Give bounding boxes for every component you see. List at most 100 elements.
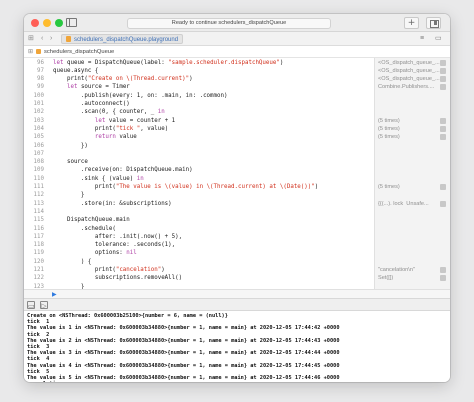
code-text[interactable]: source	[53, 158, 88, 166]
code-line[interactable]: 118 tolerance: .seconds(1),	[24, 241, 450, 249]
code-line[interactable]: 112 }	[24, 191, 450, 199]
code-text[interactable]: subscriptions.removeAll()	[53, 274, 182, 282]
code-text[interactable]: .store(in: &subscriptions)	[53, 200, 172, 208]
quick-look-icon[interactable]	[440, 67, 446, 74]
keyword-token: let	[66, 84, 81, 91]
code-text[interactable]: tolerance: .seconds(1),	[53, 241, 175, 249]
back-chevron-icon[interactable]: ‹	[41, 34, 43, 43]
code-line[interactable]: 111 print("The value is \(value) in \(Th…	[24, 183, 450, 191]
code-text[interactable]: DispatchQueue.main	[53, 216, 130, 224]
breadcrumb-label[interactable]: schedulers_dispatchQueue	[44, 49, 114, 55]
code-text[interactable]: print("tick ", value)	[53, 125, 168, 133]
code-text[interactable]: let queue = DispatchQueue(label: "sample…	[53, 59, 283, 67]
line-number: 110	[33, 175, 44, 182]
code-text[interactable]: .schedule(	[53, 225, 116, 233]
quick-look-icon[interactable]	[440, 267, 446, 273]
inspector-toggle-icon[interactable]	[426, 17, 441, 29]
code-line[interactable]: 121 print("cancelation") "cancelation\n"	[24, 266, 450, 274]
code-text[interactable]: let value = counter + 1	[53, 117, 175, 125]
code-line[interactable]: 106 })	[24, 142, 450, 150]
code-line[interactable]: 108 source	[24, 158, 450, 166]
code-line[interactable]: 117 after: .init(.now() + 5),	[24, 233, 450, 241]
code-line[interactable]: 119 options: nil	[24, 249, 450, 257]
code-line[interactable]: 100 .publish(every: 1, on: .main, in: .c…	[24, 92, 450, 100]
code-line[interactable]: 122 subscriptions.removeAll() Set([])	[24, 274, 450, 282]
code-text[interactable]: print("cancelation")	[53, 266, 165, 274]
quick-look-icon[interactable]	[440, 76, 446, 83]
code-text[interactable]: let source = Timer	[53, 83, 130, 91]
code-text[interactable]: .scan(0, { counter, _ in	[53, 108, 165, 116]
code-editor[interactable]: 96 let queue = DispatchQueue(label: "samp…	[24, 58, 450, 289]
code-text[interactable]: print("The value is \(value) in \(Thread…	[53, 183, 318, 191]
code-line[interactable]: 101 .autoconnect()	[24, 100, 450, 108]
code-line[interactable]: 103 let value = counter + 1 (5 times)	[24, 117, 450, 125]
code-line[interactable]: 99 let source = Timer Combine.Publishers.…	[24, 83, 450, 91]
zoom-window-button[interactable]	[55, 19, 63, 27]
code-text[interactable]: return value	[53, 133, 137, 141]
code-token: queue.async {	[53, 67, 99, 74]
quick-look-icon[interactable]	[440, 117, 446, 124]
line-number: 99	[37, 84, 44, 91]
string-token: "Create on \(Thread.current)"	[87, 76, 190, 83]
minimize-window-button[interactable]	[43, 19, 51, 27]
line-number: 119	[33, 250, 44, 257]
related-files-icon[interactable]: ⊞	[28, 46, 36, 58]
code-token: .schedule(	[53, 225, 116, 232]
code-line[interactable]: 110 .sink { (value) in	[24, 175, 450, 183]
quick-look-icon[interactable]	[440, 84, 446, 91]
related-items-icon[interactable]: ⊞	[28, 34, 34, 43]
code-text[interactable]: .receive(on: DispatchQueue.main)	[53, 166, 193, 174]
code-text[interactable]: queue.async {	[53, 67, 98, 75]
code-line[interactable]: 107	[24, 150, 450, 158]
quick-look-icon[interactable]	[440, 134, 446, 141]
line-number: 114	[33, 208, 44, 215]
playground-file-icon	[66, 36, 71, 42]
code-line[interactable]: 113 .store(in: &subscriptions) {{(...). l…	[24, 200, 450, 208]
code-line[interactable]: 109 .receive(on: DispatchQueue.main)	[24, 166, 450, 174]
code-line[interactable]: 102 .scan(0, { counter, _ in	[24, 108, 450, 116]
quick-look-icon[interactable]	[440, 184, 446, 190]
run-playground-icon[interactable]: ▶	[52, 291, 57, 298]
code-text[interactable]: after: .init(.now() + 5),	[53, 233, 182, 241]
quick-look-icon[interactable]	[440, 125, 446, 132]
code-line[interactable]: 115 DispatchQueue.main	[24, 216, 450, 224]
debug-bar: ▭ ▷	[24, 298, 450, 311]
code-token: print(	[53, 76, 88, 83]
code-line[interactable]: 98 print("Create on \(Thread.current)") <…	[24, 75, 450, 83]
quick-look-icon[interactable]	[440, 200, 446, 207]
navigator-toggle-icon[interactable]	[66, 18, 77, 27]
add-library-button[interactable]: +	[404, 17, 419, 29]
code-text[interactable]: }	[53, 191, 85, 199]
hide-debug-area-icon[interactable]: ▭	[27, 301, 35, 310]
close-window-button[interactable]	[31, 19, 39, 27]
tab-playground-file[interactable]: schedulers_dispatchQueue.playground	[61, 34, 184, 44]
code-line[interactable]: 105 return value (5 times)	[24, 133, 450, 141]
line-number: 118	[33, 242, 44, 249]
code-text[interactable]: .autoconnect()	[53, 100, 130, 108]
code-line[interactable]: 97 queue.async {<OS_dispatch_queue_...	[24, 67, 450, 75]
code-text[interactable]: print("Create on \(Thread.current)")	[53, 75, 193, 83]
inline-result: Set([])	[378, 275, 394, 282]
quick-look-icon[interactable]	[440, 59, 446, 66]
code-text[interactable]: })	[53, 142, 88, 150]
code-line[interactable]: 120 ) {	[24, 258, 450, 266]
execute-icon[interactable]: ▷	[40, 301, 48, 310]
breadcrumb[interactable]: ⊞ schedulers_dispatchQueue	[24, 46, 450, 58]
code-text[interactable]: .publish(every: 1, on: .main, in: .commo…	[53, 92, 228, 100]
code-line[interactable]: 114	[24, 208, 450, 216]
code-line[interactable]: 116 .schedule(	[24, 225, 450, 233]
code-line[interactable]: 96 let queue = DispatchQueue(label: "samp…	[24, 59, 450, 67]
console-output[interactable]: Create on <NSThread: 0x600003b25100>{num…	[24, 311, 450, 382]
editor-options-icon[interactable]: ≡	[420, 34, 424, 43]
code-text[interactable]: options: nil	[53, 249, 137, 257]
quick-look-icon[interactable]	[440, 275, 446, 282]
inline-result: "cancelation\n"	[378, 267, 415, 273]
code-text[interactable]: ) {	[53, 258, 91, 266]
line-number: 109	[33, 167, 44, 174]
split-editor-icon[interactable]: ▭	[435, 34, 442, 43]
code-line[interactable]: 104 print("tick ", value) (5 times)	[24, 125, 450, 133]
inline-result: <OS_dispatch_queue_...	[378, 59, 440, 66]
code-text[interactable]: .sink { (value) in	[53, 175, 144, 183]
forward-chevron-icon[interactable]: ›	[50, 34, 52, 43]
